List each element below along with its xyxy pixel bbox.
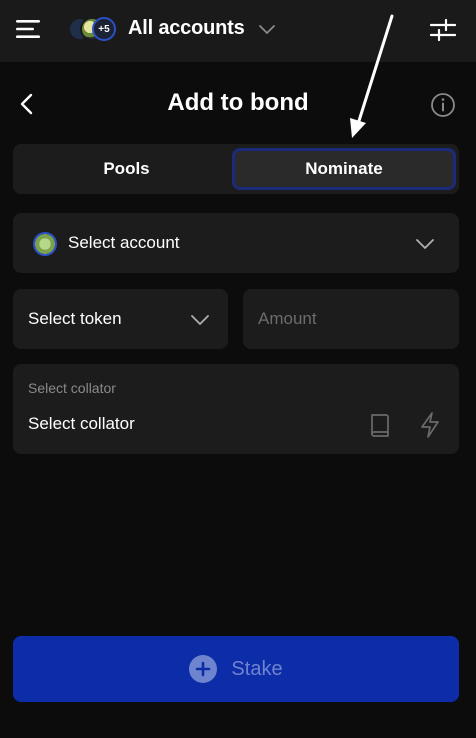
stake-type-tabs: Pools Nominate — [13, 144, 459, 194]
select-token-label: Select token — [28, 309, 122, 328]
account-avatars[interactable]: +5 — [68, 17, 120, 43]
select-token-dropdown[interactable]: Select token — [13, 289, 228, 349]
avatar-overflow-count: +5 — [92, 17, 116, 41]
select-account-label: Select account — [68, 233, 180, 252]
chevron-down-icon[interactable] — [258, 22, 276, 36]
settings-sliders-icon[interactable] — [430, 18, 456, 42]
top-bar: +5 All accounts — [0, 0, 476, 62]
chevron-down-icon — [191, 315, 209, 325]
account-selector-title[interactable]: All accounts — [128, 17, 245, 40]
book-icon[interactable] — [369, 412, 391, 438]
stake-button[interactable]: Stake — [13, 636, 459, 702]
amount-field-container — [243, 289, 459, 349]
amount-input[interactable] — [243, 289, 459, 349]
plus-circle-icon — [189, 655, 218, 683]
lightning-icon[interactable] — [418, 411, 442, 439]
page-title: Add to bond — [167, 89, 309, 116]
select-collator-field[interactable]: Select collator Select collator — [13, 364, 459, 454]
chevron-down-icon — [416, 239, 434, 249]
collator-caption: Select collator — [28, 380, 116, 396]
info-icon[interactable] — [430, 92, 456, 118]
select-collator-value[interactable]: Select collator — [28, 414, 135, 434]
tab-pools[interactable]: Pools — [17, 148, 236, 190]
select-account-dropdown[interactable]: Select account — [13, 213, 459, 273]
tab-nominate[interactable]: Nominate — [232, 148, 456, 190]
menu-icon[interactable] — [16, 19, 40, 39]
account-avatar — [33, 232, 57, 256]
stake-button-label: Stake — [231, 657, 283, 680]
